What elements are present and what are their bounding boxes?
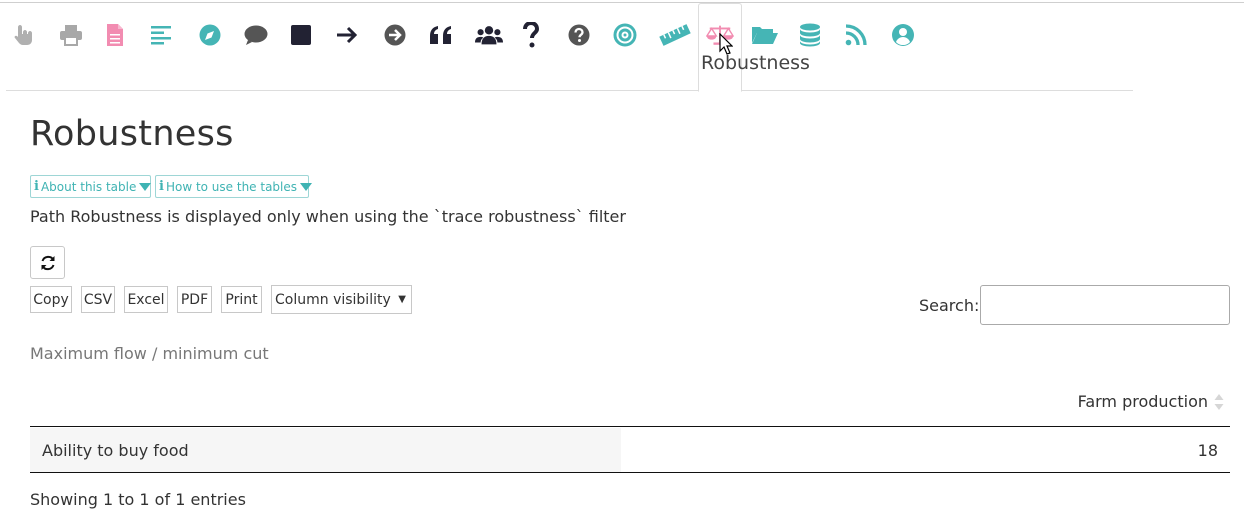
comment-icon[interactable] — [242, 21, 270, 49]
compass-icon[interactable] — [196, 21, 224, 49]
rss-icon[interactable] — [842, 21, 870, 49]
info-icon: i — [34, 179, 39, 194]
pdf-button[interactable]: PDF — [177, 286, 212, 313]
copy-button[interactable]: Copy — [30, 286, 72, 313]
page-title: Robustness — [30, 114, 234, 154]
caret-down-icon — [139, 182, 152, 191]
print-button[interactable]: Print — [221, 286, 262, 313]
row-label-cell: Ability to buy food — [30, 428, 621, 472]
table-caption: Maximum flow / minimum cut — [30, 344, 269, 363]
question-circle-icon[interactable] — [565, 21, 593, 49]
mouse-cursor-icon — [719, 32, 734, 59]
search-input[interactable] — [980, 285, 1230, 325]
table-header-row: Farm production — [30, 386, 1230, 427]
about-table-button[interactable]: i About this table — [30, 175, 152, 198]
table-row: Ability to buy food 18 — [30, 428, 1230, 473]
align-left-icon[interactable] — [148, 21, 176, 49]
column-header-farm-production[interactable]: Farm production — [1078, 392, 1208, 411]
question-icon[interactable] — [517, 21, 545, 49]
ruler-icon[interactable] — [658, 21, 692, 49]
how-to-use-label: How to use the tables — [165, 179, 298, 194]
bullseye-icon[interactable] — [611, 21, 639, 49]
folder-open-icon[interactable] — [751, 21, 779, 49]
file-icon[interactable] — [101, 21, 129, 49]
table-info: Showing 1 to 1 of 1 entries — [30, 490, 246, 509]
square-icon[interactable] — [287, 21, 315, 49]
user-circle-icon[interactable] — [889, 21, 917, 49]
dropdown-arrow-icon: ▼ — [398, 294, 406, 305]
info-icon: i — [159, 179, 164, 194]
icon-toolbar: Robustness — [6, 3, 1133, 92]
hand-pointer-icon[interactable] — [10, 21, 38, 49]
csv-button[interactable]: CSV — [81, 286, 115, 313]
column-visibility-label: Column visibility — [275, 291, 391, 308]
about-table-label: About this table — [40, 179, 137, 194]
column-visibility-select[interactable]: Column visibility ▼ — [271, 285, 412, 314]
how-to-use-button[interactable]: i How to use the tables — [155, 175, 313, 198]
row-label: Ability to buy food — [42, 441, 189, 460]
excel-button[interactable]: Excel — [124, 286, 168, 313]
caret-down-icon — [300, 182, 313, 191]
quote-left-icon[interactable] — [427, 21, 455, 49]
tab-robustness-label: Robustness — [701, 52, 810, 74]
arrow-right-icon[interactable] — [333, 21, 361, 49]
arrow-circle-right-icon[interactable] — [381, 21, 409, 49]
robustness-note: Path Robustness is displayed only when u… — [30, 207, 626, 226]
refresh-icon — [41, 255, 54, 270]
database-icon[interactable] — [796, 21, 824, 49]
users-icon[interactable] — [475, 21, 503, 49]
search-label: Search: — [919, 296, 980, 315]
print-icon[interactable] — [57, 21, 85, 49]
row-value: 18 — [1197, 441, 1218, 460]
sort-icon[interactable] — [1213, 392, 1225, 412]
refresh-button[interactable] — [30, 246, 65, 279]
